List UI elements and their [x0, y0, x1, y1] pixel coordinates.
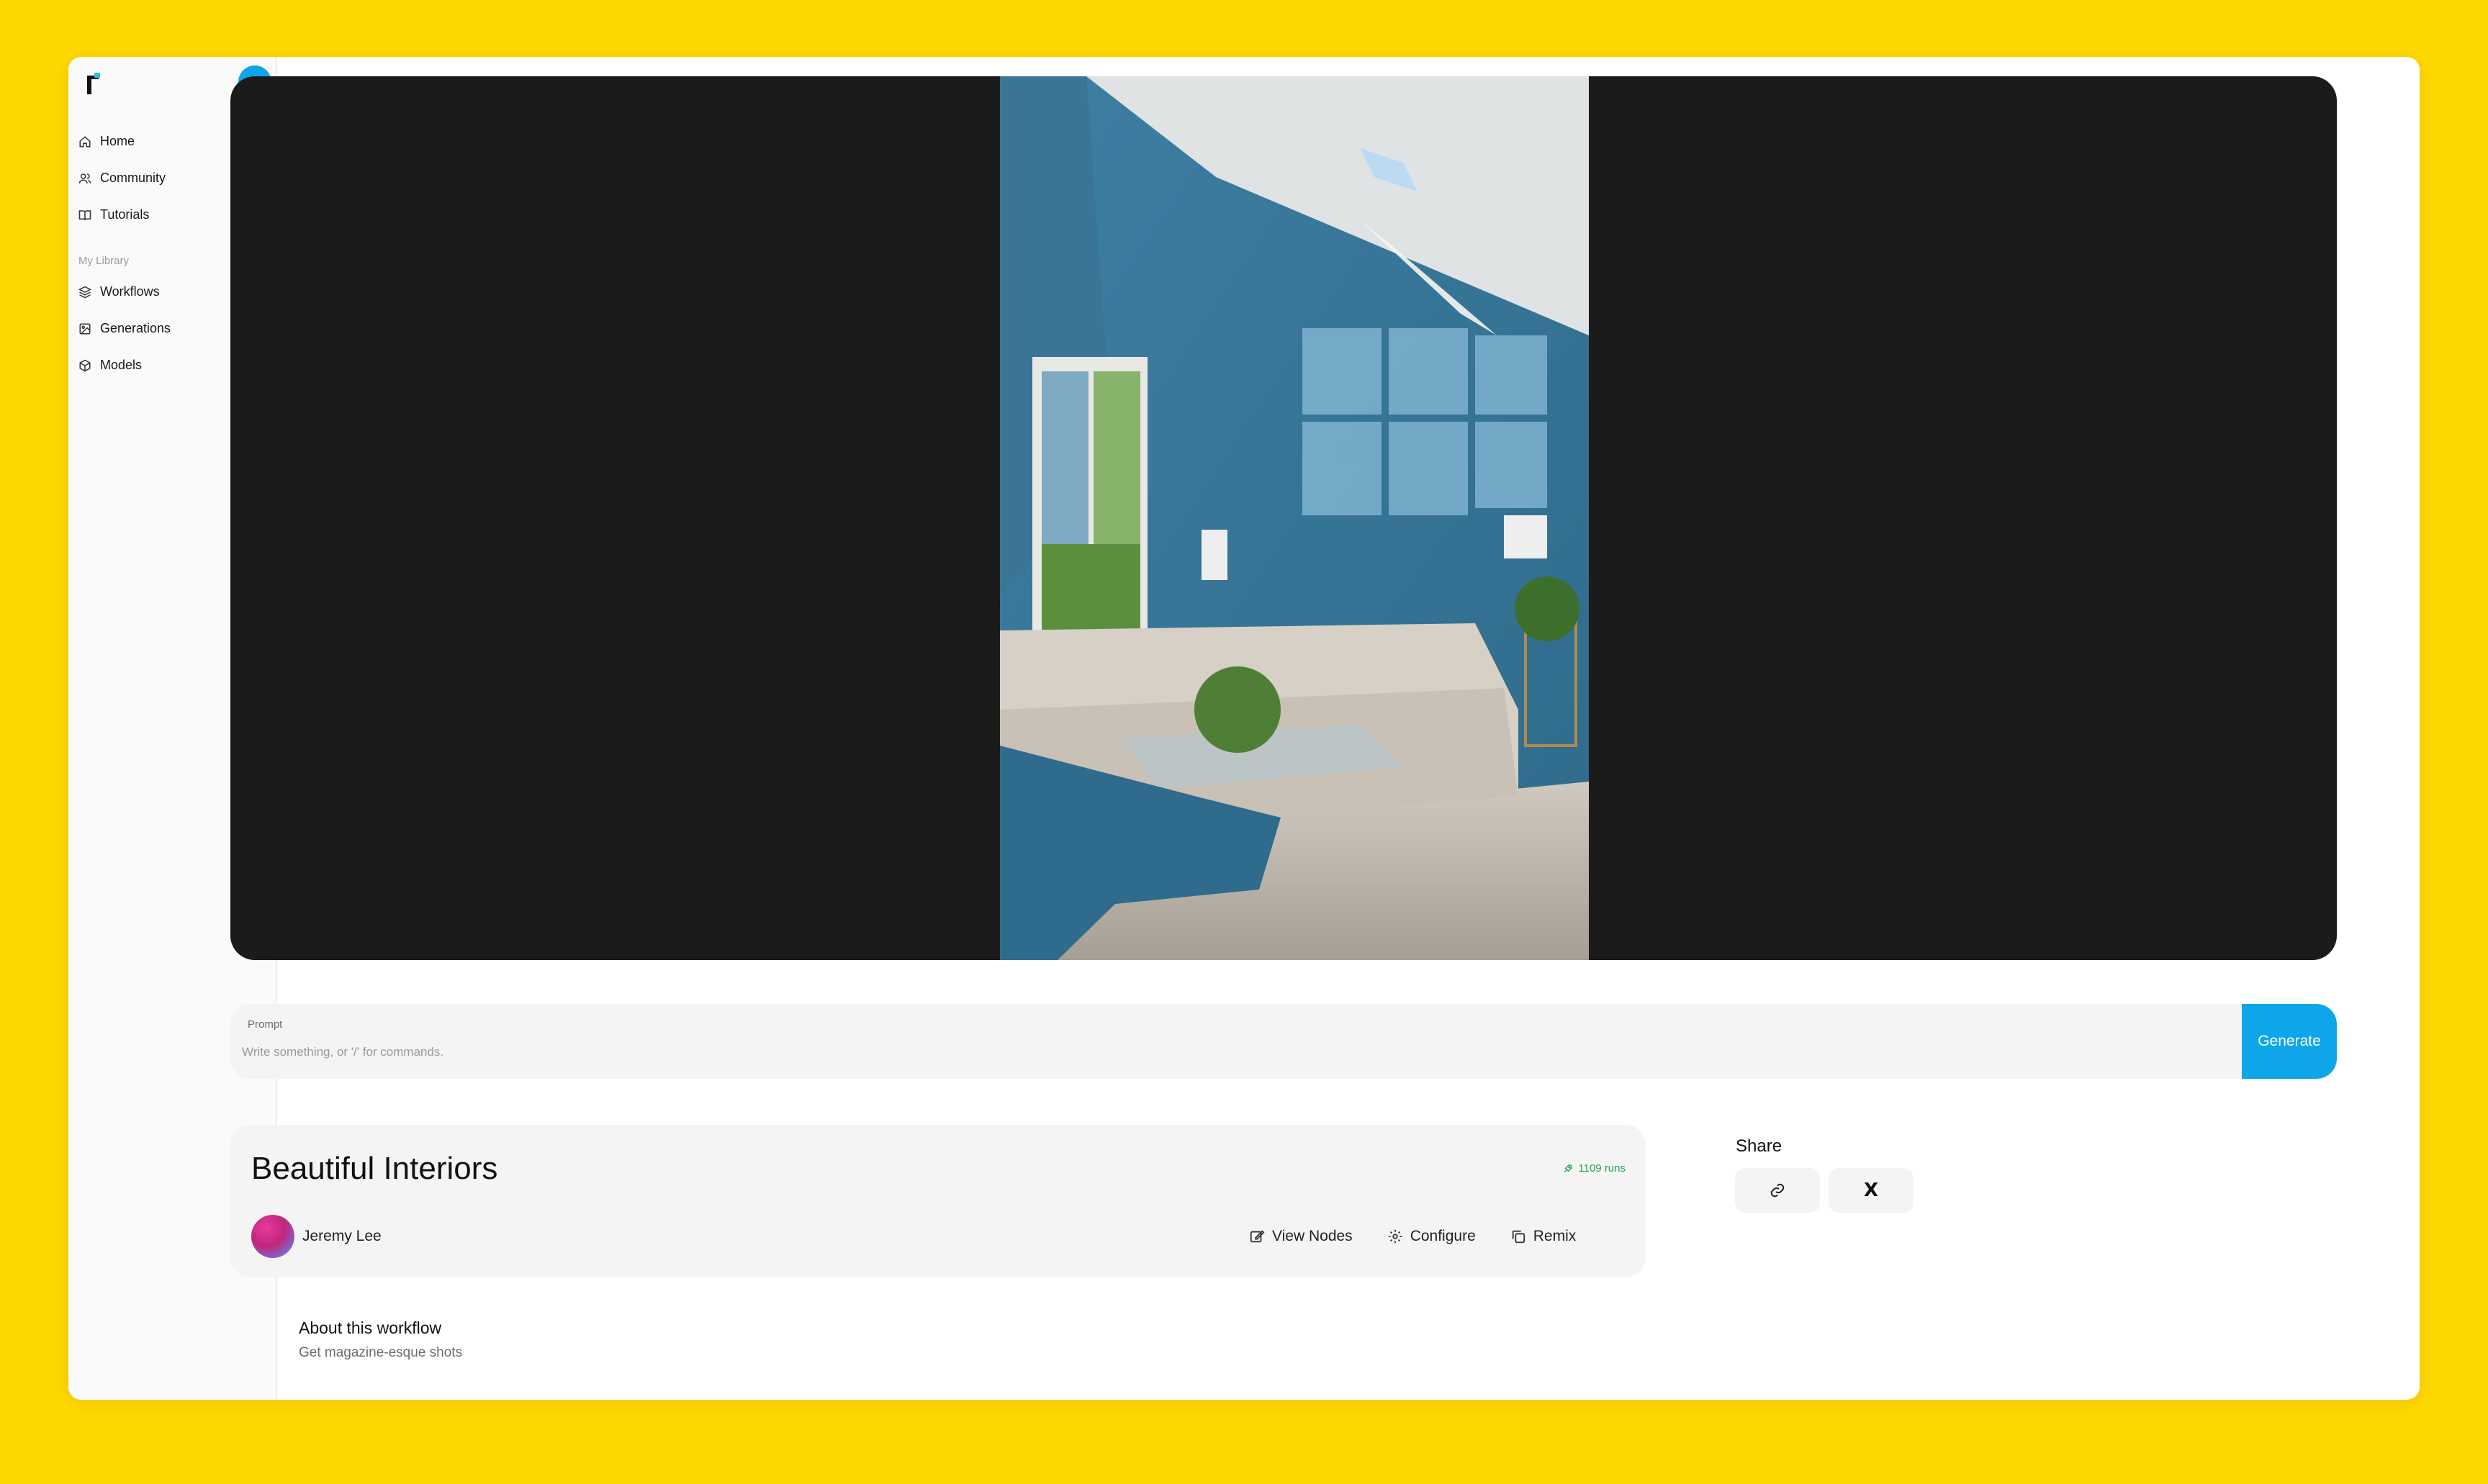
prompt-input[interactable] [242, 1039, 2229, 1066]
prompt-label: Prompt [248, 1018, 283, 1031]
avatar[interactable] [251, 1215, 294, 1258]
sidebar-item-label: Tutorials [100, 207, 150, 222]
remix-button[interactable]: Remix [1510, 1218, 1577, 1254]
view-nodes-label: View Nodes [1272, 1228, 1353, 1244]
x-logo-icon: X [1863, 1180, 1879, 1201]
view-nodes-button[interactable]: View Nodes [1249, 1218, 1353, 1254]
runs-badge: 1109 runs [1562, 1162, 1626, 1175]
configure-label: Configure [1410, 1228, 1476, 1244]
remix-label: Remix [1533, 1228, 1577, 1244]
runs-count: 1109 runs [1578, 1162, 1626, 1175]
sidebar-item-label: Generations [100, 321, 171, 335]
author-name[interactable]: Jeremy Lee [302, 1228, 382, 1245]
about-title: About this workflow [299, 1318, 442, 1337]
cube-icon [79, 359, 91, 371]
edit-icon [1250, 1230, 1265, 1243]
home-icon [79, 135, 91, 147]
book-icon [78, 209, 91, 220]
sidebar-item-label: Community [100, 171, 166, 185]
prompt-box: Prompt Generate [230, 1004, 2337, 1079]
users-icon [78, 173, 91, 184]
image-icon [79, 323, 91, 334]
sidebar-item-label: Models [100, 358, 143, 372]
rocket-icon [1564, 1164, 1573, 1172]
generate-button[interactable]: Generate [2242, 1004, 2337, 1079]
share-label: Share [1736, 1136, 1782, 1156]
copy-icon [1512, 1230, 1525, 1244]
app-window: + Home Community Tutorials My Library Wo… [68, 57, 2420, 1400]
workflow-actions: View Nodes Configure Remix [1249, 1218, 1576, 1254]
copy-link-button[interactable] [1735, 1168, 1820, 1213]
share-x-button[interactable]: X [1829, 1168, 1914, 1213]
sidebar-item-label: Home [100, 134, 135, 148]
layers-icon [78, 286, 91, 298]
workflow-info-card: Beautiful Interiors 1109 runs Jeremy Lee… [230, 1125, 1646, 1277]
app-logo[interactable] [84, 73, 102, 94]
generated-image[interactable] [1000, 76, 1589, 960]
gear-icon [1388, 1229, 1402, 1244]
image-viewer [230, 76, 2337, 960]
sidebar-item-label: Workflows [100, 284, 160, 299]
about-description: Get magazine-esque shots [299, 1345, 463, 1360]
workflow-title: Beautiful Interiors [251, 1151, 498, 1186]
link-icon [1770, 1183, 1785, 1198]
configure-button[interactable]: Configure [1387, 1218, 1476, 1254]
